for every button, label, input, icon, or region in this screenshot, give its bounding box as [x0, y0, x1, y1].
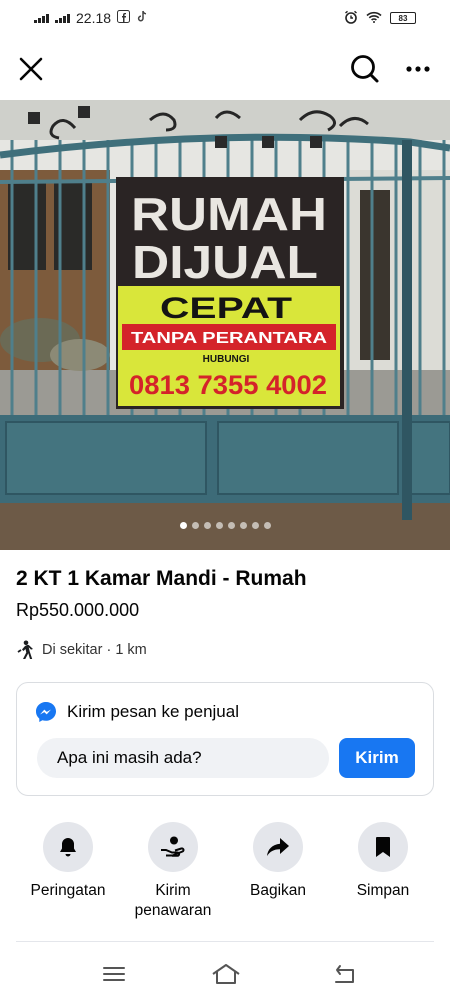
messenger-icon — [36, 702, 56, 722]
walking-icon — [17, 640, 33, 659]
recent-apps-button[interactable] — [100, 962, 128, 986]
more-options-button[interactable] — [398, 50, 438, 88]
back-button[interactable] — [330, 962, 358, 986]
distance-text: Di sekitar · 1 km — [42, 642, 147, 658]
search-button[interactable] — [346, 50, 384, 88]
alert-label: Peringatan — [30, 882, 106, 899]
send-message-button[interactable]: Kirim — [339, 738, 415, 778]
bell-icon — [60, 838, 76, 857]
listing-price: Rp550.000.000 — [16, 600, 140, 620]
share-label: Bagikan — [249, 882, 306, 899]
alarm-icon — [344, 10, 358, 27]
sign-text-dijual: DIJUAL — [132, 236, 318, 288]
close-button[interactable] — [14, 52, 48, 86]
page-dot[interactable] — [203, 522, 211, 529]
search-icon — [351, 55, 379, 83]
listing-actions: Peringatan Kirim penawaran Bagikan Simpa… — [0, 822, 450, 932]
listing-photo[interactable]: RUMAH DIJUAL CEPAT TANPA PERANTARA HUBUN… — [0, 100, 450, 550]
page-dot[interactable] — [251, 522, 259, 529]
bookmark-icon — [376, 837, 390, 857]
send-offer-button[interactable]: Kirim penawaran — [121, 822, 225, 921]
close-icon — [19, 57, 43, 81]
wifi-icon — [366, 11, 382, 26]
sign-text-cepat: CEPAT — [160, 292, 292, 325]
message-seller-card: Kirim pesan ke penjual Kirim — [16, 682, 434, 796]
offer-icon — [161, 836, 185, 857]
home-button[interactable] — [210, 962, 242, 986]
listing-location: Di sekitar · 1 km — [16, 640, 147, 660]
page-dot[interactable] — [215, 522, 223, 529]
page-dot[interactable] — [239, 522, 247, 529]
home-icon — [212, 964, 240, 984]
status-time: 22.18 — [76, 10, 112, 26]
back-icon — [335, 965, 354, 983]
signal-icon — [34, 13, 49, 23]
sign-text-phone: 0813 7355 4002 — [129, 370, 327, 400]
photo-pagination — [0, 522, 450, 529]
page-dot[interactable] — [227, 522, 235, 529]
share-icon — [267, 838, 289, 856]
message-input[interactable] — [37, 738, 329, 778]
sign-text-rumah: RUMAH — [131, 188, 327, 240]
page-dot[interactable] — [263, 522, 271, 529]
status-bar: 22.18 83 — [0, 0, 450, 36]
message-seller-heading: Kirim pesan ke penjual — [35, 701, 239, 723]
divider — [16, 941, 434, 942]
send-offer-label: Kirim penawaran — [134, 882, 212, 919]
sign-text-hubungi: HUBUNGI — [203, 354, 250, 365]
signal-icon-2 — [55, 13, 70, 23]
listing-title: 2 KT 1 Kamar Mandi - Rumah — [16, 567, 307, 590]
message-heading-text: Kirim pesan ke penjual — [67, 702, 239, 721]
menu-lines-icon — [103, 967, 125, 981]
tiktok-notification-icon — [136, 10, 148, 26]
sign-text-tanpa-perantara: TANPA PERANTARA — [131, 330, 328, 347]
save-label: Simpan — [356, 882, 410, 899]
system-navigation-bar — [0, 950, 450, 1000]
alert-button[interactable]: Peringatan — [16, 822, 120, 901]
facebook-notification-icon — [117, 10, 131, 26]
battery-icon: 83 — [390, 12, 416, 24]
save-button[interactable]: Simpan — [331, 822, 435, 901]
top-bar — [0, 40, 450, 98]
page-dot[interactable] — [179, 522, 187, 529]
page-dot[interactable] — [191, 522, 199, 529]
more-icon — [406, 66, 430, 72]
share-button[interactable]: Bagikan — [226, 822, 330, 901]
